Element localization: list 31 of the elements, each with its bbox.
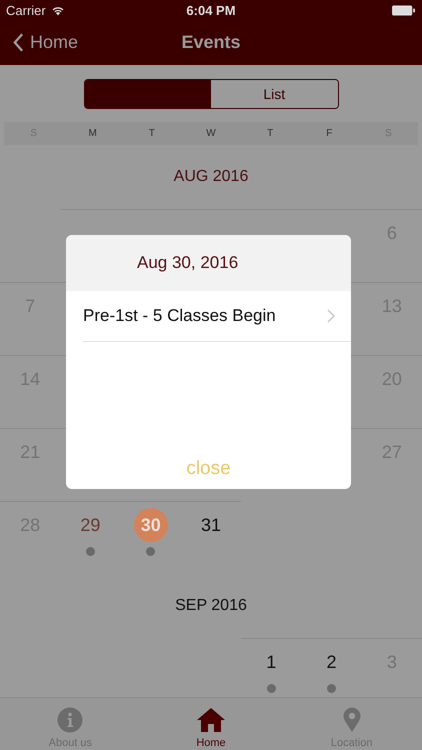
chevron-right-icon xyxy=(327,309,335,323)
day-number: 1 xyxy=(265,650,278,674)
weekday-label: T xyxy=(266,128,274,139)
weekday-label: M xyxy=(88,128,98,139)
home-icon xyxy=(196,707,226,733)
calendar-day-cell[interactable]: 30 xyxy=(120,501,181,574)
month-title: SEP 2016 xyxy=(174,596,248,616)
weekday-label: T xyxy=(148,128,156,139)
screen-title: Events xyxy=(181,32,241,53)
status-time: 6:04 PM xyxy=(186,2,236,18)
weekday-label: F xyxy=(325,128,334,139)
calendar-day-cell[interactable]: 31 xyxy=(180,501,242,574)
weekday-label: W xyxy=(205,128,217,139)
info-icon xyxy=(57,707,84,733)
day-number: 31 xyxy=(200,514,222,536)
close-button[interactable]: close xyxy=(176,449,241,489)
location-pin-icon xyxy=(342,707,362,733)
chevron-left-icon xyxy=(13,33,24,52)
carrier-label: Carrier xyxy=(6,2,46,18)
day-number: 2 xyxy=(326,650,338,674)
popup-date: Aug 30, 2016 xyxy=(137,253,238,273)
month-title: AUG 2016 xyxy=(172,167,250,187)
battery-icon xyxy=(391,4,416,16)
tab-item[interactable]: Home xyxy=(140,698,282,750)
back-button[interactable]: Home xyxy=(0,32,78,53)
day-number: 29 xyxy=(79,514,102,536)
wifi-icon xyxy=(50,4,65,16)
segment-tab[interactable] xyxy=(84,80,211,108)
selected-day: 30 xyxy=(134,508,168,542)
calendar-day-cell[interactable]: 29 xyxy=(60,501,121,574)
event-row[interactable]: Pre-1st - 5 Classes Begin xyxy=(83,291,351,342)
